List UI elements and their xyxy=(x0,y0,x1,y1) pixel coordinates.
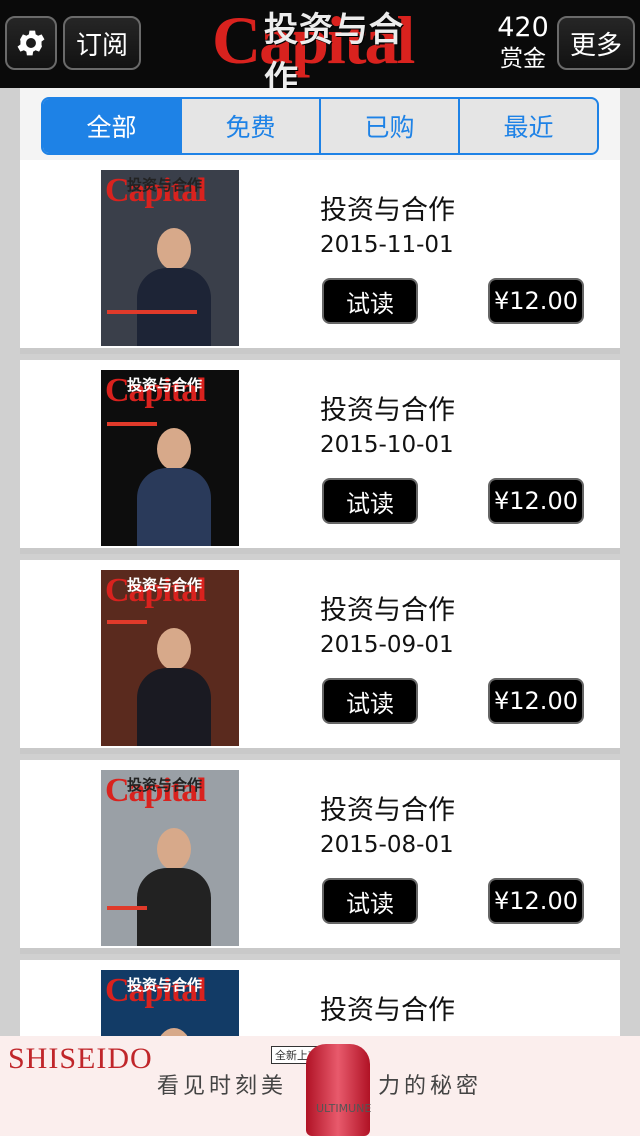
cover-person-image xyxy=(137,628,211,746)
magazine-cover[interactable]: Capital 投资与合作 xyxy=(101,370,239,546)
buy-price-button[interactable]: ¥12.00 xyxy=(488,278,584,324)
ad-banner[interactable]: SHISEIDO 全新上市 看见时刻美 ULTIMUNE 力的秘密 xyxy=(0,1036,640,1136)
cover-title: 投资与合作 xyxy=(127,376,203,394)
tab-all[interactable]: 全部 xyxy=(43,99,180,153)
app-logo: Capital 投资与合作 xyxy=(212,0,432,99)
list-item[interactable]: Capital 投资与合作 投资与合作 2015-09-01 试读 ¥12.00 xyxy=(20,560,620,754)
cover-person-image xyxy=(137,228,211,346)
settings-button[interactable] xyxy=(5,16,57,70)
cover-title: 投资与合作 xyxy=(127,776,203,794)
magazine-cover[interactable]: Capital 投资与合作 xyxy=(101,570,239,746)
segmented-control: 全部 免费 已购 最近 xyxy=(41,97,599,155)
magazine-cover[interactable]: Capital 投资与合作 xyxy=(101,970,239,1036)
try-read-button[interactable]: 试读 xyxy=(322,478,418,524)
issue-date: 2015-09-01 xyxy=(320,632,454,658)
bounty-counter: 420 赏金 xyxy=(494,12,552,74)
try-read-button[interactable]: 试读 xyxy=(322,278,418,324)
filter-bar: 全部 免费 已购 最近 xyxy=(20,88,620,160)
ad-product-image xyxy=(306,1044,370,1136)
more-button[interactable]: 更多 xyxy=(557,16,635,70)
buy-price-button[interactable]: ¥12.00 xyxy=(488,478,584,524)
cover-title: 投资与合作 xyxy=(127,576,203,594)
try-read-button[interactable]: 试读 xyxy=(322,678,418,724)
ad-slogan-left: 看见时刻美 xyxy=(157,1074,288,1099)
subscribe-button[interactable]: 订阅 xyxy=(63,16,141,70)
ad-product-name: ULTIMUNE xyxy=(316,1102,372,1115)
list-item[interactable]: Capital 投资与合作 投资与合作 2015-08-01 试读 ¥12.00 xyxy=(20,760,620,954)
magazine-cover[interactable]: Capital 投资与合作 xyxy=(101,770,239,946)
issue-title: 投资与合作 xyxy=(320,795,455,826)
cover-title: 投资与合作 xyxy=(127,176,203,194)
tab-free[interactable]: 免费 xyxy=(180,99,319,153)
issue-date: 2015-11-01 xyxy=(320,232,454,258)
issue-date: 2015-08-01 xyxy=(320,832,454,858)
cover-person-image xyxy=(137,828,211,946)
bounty-label: 赏金 xyxy=(500,46,546,72)
top-bar: 订阅 Capital 投资与合作 420 赏金 更多 xyxy=(0,0,640,99)
issue-title: 投资与合作 xyxy=(320,395,455,426)
tab-purchased[interactable]: 已购 xyxy=(319,99,458,153)
issue-date: 2015-10-01 xyxy=(320,432,454,458)
issue-list: Capital 投资与合作 投资与合作 2015-11-01 试读 ¥12.00… xyxy=(20,160,620,1036)
cover-person-image xyxy=(137,1028,211,1036)
buy-price-button[interactable]: ¥12.00 xyxy=(488,678,584,724)
bounty-value: 420 xyxy=(497,12,549,43)
issue-title: 投资与合作 xyxy=(320,195,455,226)
issue-title: 投资与合作 xyxy=(320,595,455,626)
buy-price-button[interactable]: ¥12.00 xyxy=(488,878,584,924)
try-read-button[interactable]: 试读 xyxy=(322,878,418,924)
ad-slogan-right: 力的秘密 xyxy=(378,1074,483,1099)
ad-brand-logo: SHISEIDO xyxy=(8,1042,153,1075)
cover-title: 投资与合作 xyxy=(127,976,203,994)
list-item[interactable]: Capital 投资与合作 投资与合作 2015-11-01 试读 ¥12.00 xyxy=(20,160,620,354)
magazine-cover[interactable]: Capital 投资与合作 xyxy=(101,170,239,346)
list-item[interactable]: Capital 投资与合作 投资与合作 2015-10-01 试读 ¥12.00 xyxy=(20,360,620,554)
cover-person-image xyxy=(137,428,211,546)
tab-recent[interactable]: 最近 xyxy=(458,99,597,153)
logo-chinese-text: 投资与合作 xyxy=(264,10,404,99)
gear-icon xyxy=(17,30,45,56)
issue-title: 投资与合作 xyxy=(320,995,455,1026)
list-item[interactable]: Capital 投资与合作 投资与合作 xyxy=(20,960,620,1036)
